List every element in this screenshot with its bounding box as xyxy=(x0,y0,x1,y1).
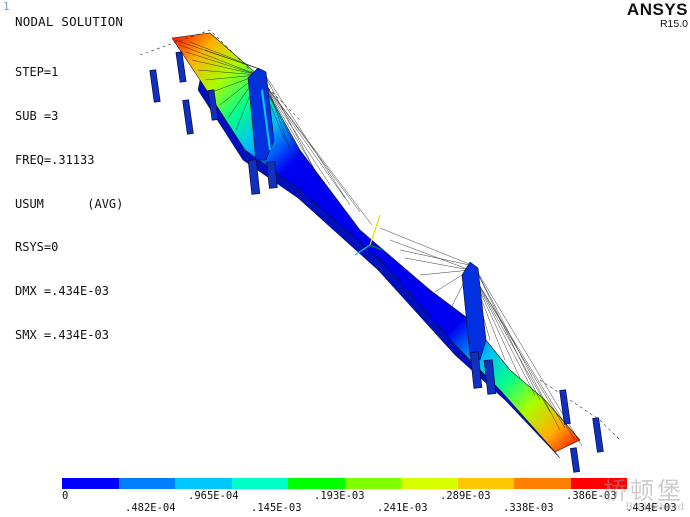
legend-label-7: .338E-03 xyxy=(503,502,554,514)
legend-swatch-2 xyxy=(118,478,175,489)
legend-swatch-5 xyxy=(288,478,345,489)
legend-swatch-7 xyxy=(401,478,458,489)
graphics-viewport[interactable]: 1 NODAL SOLUTION STEP=1 SUB =3 FREQ=.311… xyxy=(0,0,690,517)
legend-label-6: .289E-03 xyxy=(440,490,491,502)
legend-label-4: .193E-03 xyxy=(314,490,365,502)
legend-label-3: .145E-03 xyxy=(251,502,302,514)
legend-swatch-6 xyxy=(344,478,401,489)
bridge-model[interactable] xyxy=(0,0,690,517)
legend-swatch-8 xyxy=(457,478,514,489)
legend-label-5: .241E-03 xyxy=(377,502,428,514)
contour-legend-bar xyxy=(62,478,627,489)
legend-swatch-9 xyxy=(514,478,571,489)
legend-label-2: .965E-04 xyxy=(188,490,239,502)
watermark: 桥顿堡 Bridgehead xyxy=(603,471,684,513)
legend-swatch-4 xyxy=(231,478,288,489)
legend-swatch-1 xyxy=(62,478,119,489)
watermark-text: 桥顿堡 xyxy=(603,477,684,505)
bridge-deck xyxy=(171,32,581,453)
legend-label-1: .482E-04 xyxy=(125,502,176,514)
legend-label-0: 0 xyxy=(62,490,69,502)
legend-swatch-3 xyxy=(175,478,232,489)
